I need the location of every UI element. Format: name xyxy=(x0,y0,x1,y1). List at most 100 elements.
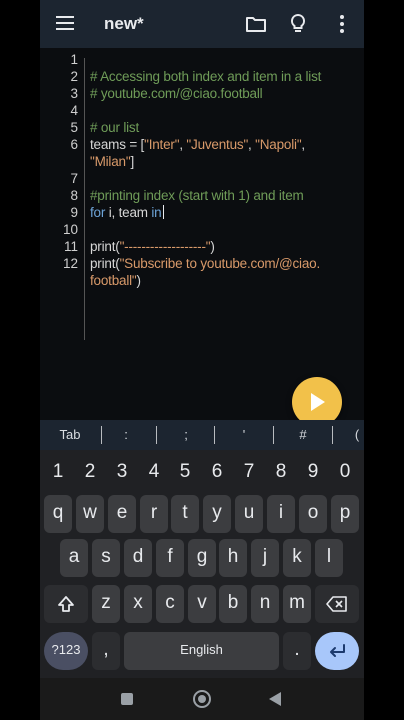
key-i[interactable]: i xyxy=(267,495,295,533)
lightbulb-icon[interactable] xyxy=(286,12,310,36)
key-c[interactable]: c xyxy=(156,585,184,623)
recents-icon[interactable] xyxy=(121,693,133,705)
back-icon[interactable] xyxy=(268,691,282,707)
key-k[interactable]: k xyxy=(283,539,311,577)
key-8[interactable]: 8 xyxy=(267,458,295,486)
key-b[interactable]: b xyxy=(219,585,247,623)
separator xyxy=(156,426,157,444)
key-r[interactable]: r xyxy=(140,495,168,533)
code-token: ] xyxy=(130,154,135,169)
key-z[interactable]: z xyxy=(92,585,120,623)
symbol-key-hash[interactable]: # xyxy=(291,420,315,450)
key-q[interactable]: q xyxy=(44,495,72,533)
code-token: ) xyxy=(136,273,142,288)
keyword-token: in xyxy=(151,205,162,220)
symbol-key-colon[interactable]: : xyxy=(114,420,138,450)
symbol-bar: Tab : ; ' # ( xyxy=(40,420,364,450)
soft-keyboard: 1 2 3 4 5 6 7 8 9 0 q w e r t y u i o p … xyxy=(40,450,364,678)
backspace-key[interactable] xyxy=(315,585,359,623)
key-a[interactable]: a xyxy=(60,539,88,577)
key-g[interactable]: g xyxy=(188,539,216,577)
key-2[interactable]: 2 xyxy=(76,458,104,486)
string-token: "-------------------" xyxy=(119,239,211,254)
code-line: # Accessing both index and item in a lis… xyxy=(90,69,322,84)
key-x[interactable]: x xyxy=(124,585,152,623)
separator xyxy=(214,426,215,444)
string-token: "Napoli" xyxy=(255,137,302,152)
key-j[interactable]: j xyxy=(251,539,279,577)
home-icon[interactable] xyxy=(193,690,211,708)
key-7[interactable]: 7 xyxy=(235,458,263,486)
code-line: print("Subscribe to youtube.com/@ciao. xyxy=(90,255,320,272)
symbol-key-paren[interactable]: ( xyxy=(350,420,364,450)
space-key[interactable]: English xyxy=(124,632,279,670)
key-9[interactable]: 9 xyxy=(299,458,327,486)
symbol-key-tab[interactable]: Tab xyxy=(48,420,92,450)
key-y[interactable]: y xyxy=(203,495,231,533)
string-token: "Milan" xyxy=(90,154,131,169)
key-d[interactable]: d xyxy=(124,539,152,577)
shift-icon xyxy=(58,596,74,612)
symbol-key-quote[interactable]: ' xyxy=(232,420,256,450)
line-number: 9 xyxy=(70,205,78,220)
keyword-token: for xyxy=(90,205,106,220)
code-token: teams = [ xyxy=(90,137,145,152)
line-number: 1 xyxy=(70,52,78,67)
code-line: teams = ["Inter", "Juventus", "Napoli", xyxy=(90,136,305,153)
key-h[interactable]: h xyxy=(219,539,247,577)
separator xyxy=(332,426,333,444)
string-token: "Subscribe to youtube.com/@ciao. xyxy=(119,256,321,271)
backspace-icon xyxy=(326,596,347,612)
key-s[interactable]: s xyxy=(92,539,120,577)
file-title: new* xyxy=(104,14,144,33)
key-6[interactable]: 6 xyxy=(203,458,231,486)
key-t[interactable]: t xyxy=(171,495,199,533)
code-editor[interactable]: 1 2 3 4 5 6 7 8 9 10 11 12 # Accessing b… xyxy=(40,48,364,420)
key-5[interactable]: 5 xyxy=(171,458,199,486)
line-number: 4 xyxy=(70,103,78,118)
code-line: for i, team in xyxy=(90,204,165,221)
period-key[interactable]: . xyxy=(283,632,311,670)
line-number: 5 xyxy=(70,120,78,135)
enter-key[interactable] xyxy=(315,632,359,670)
line-number: 2 xyxy=(70,69,78,84)
key-u[interactable]: u xyxy=(235,495,263,533)
key-1[interactable]: 1 xyxy=(44,458,72,486)
key-o[interactable]: o xyxy=(299,495,327,533)
folder-icon[interactable] xyxy=(244,12,268,36)
key-n[interactable]: n xyxy=(251,585,279,623)
key-e[interactable]: e xyxy=(108,495,136,533)
key-3[interactable]: 3 xyxy=(108,458,136,486)
text-cursor xyxy=(163,205,165,219)
symbol-key-semicolon[interactable]: ; xyxy=(174,420,198,450)
code-token: , xyxy=(301,137,305,152)
menu-icon[interactable] xyxy=(56,16,74,30)
symbols-key[interactable]: ?123 xyxy=(44,632,88,670)
line-number: 6 xyxy=(70,137,78,152)
key-l[interactable]: l xyxy=(315,539,343,577)
code-line: "Milan"] xyxy=(90,153,134,170)
code-token: print( xyxy=(90,256,120,271)
key-4[interactable]: 4 xyxy=(140,458,168,486)
line-number: 3 xyxy=(70,86,78,101)
code-token: ) xyxy=(210,239,215,254)
app-bar: new* xyxy=(40,0,364,48)
key-m[interactable]: m xyxy=(283,585,311,623)
line-number: 7 xyxy=(70,171,78,186)
more-vert-icon[interactable] xyxy=(330,12,354,36)
line-number: 11 xyxy=(63,239,78,254)
shift-key[interactable] xyxy=(44,585,88,623)
code-token: i, team xyxy=(105,205,152,220)
key-p[interactable]: p xyxy=(331,495,359,533)
code-line: # youtube.com/@ciao.football xyxy=(90,86,263,101)
system-nav-bar xyxy=(40,678,364,720)
line-number: 10 xyxy=(62,222,78,237)
code-line: #printing index (start with 1) and item xyxy=(90,188,304,203)
separator xyxy=(273,426,274,444)
key-0[interactable]: 0 xyxy=(331,458,359,486)
key-f[interactable]: f xyxy=(156,539,184,577)
string-token: "Juventus" xyxy=(186,137,249,152)
comma-key[interactable]: , xyxy=(92,632,120,670)
key-v[interactable]: v xyxy=(188,585,216,623)
key-w[interactable]: w xyxy=(76,495,104,533)
